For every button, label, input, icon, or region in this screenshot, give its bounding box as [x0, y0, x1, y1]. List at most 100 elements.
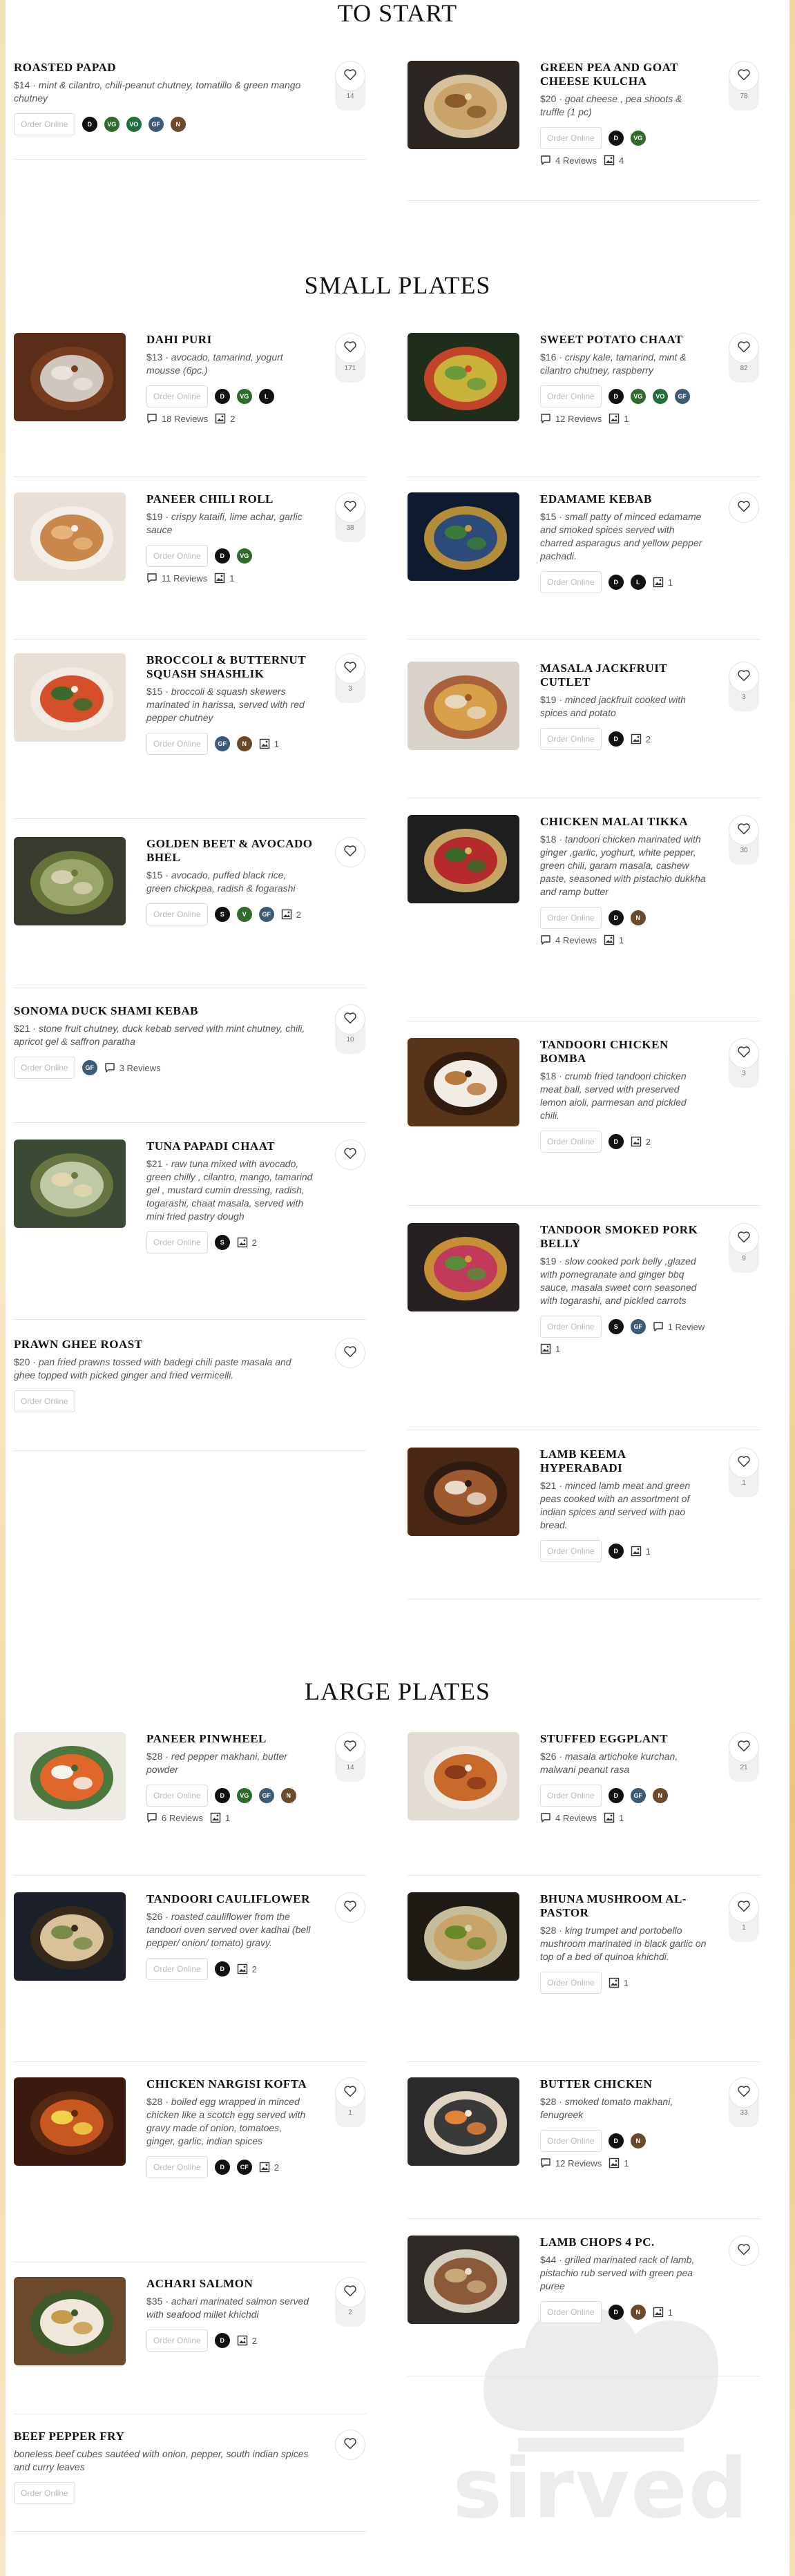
dietary-badge-d[interactable]: D	[608, 389, 624, 404]
dietary-badge-n[interactable]: N	[630, 910, 646, 925]
reviews-link[interactable]: 4 Reviews	[540, 934, 597, 945]
dietary-badge-d[interactable]: D	[214, 1788, 230, 1803]
dish-photo[interactable]	[408, 1732, 519, 1820]
dish-photo[interactable]	[408, 1223, 519, 1311]
photos-link[interactable]: 1	[604, 934, 624, 945]
photos-link[interactable]: 2	[259, 2162, 279, 2173]
order-online-button[interactable]: Order Online	[146, 1231, 208, 1253]
dish-photo[interactable]	[14, 1892, 126, 1981]
order-online-button[interactable]: Order Online	[540, 127, 602, 149]
photos-link[interactable]: 2	[237, 2335, 257, 2346]
order-online-button[interactable]: Order Online	[146, 545, 208, 567]
photos-link[interactable]: 1	[609, 1977, 629, 1988]
dietary-badge-v[interactable]: V	[236, 907, 252, 922]
reviews-link[interactable]: 12 Reviews	[540, 2157, 602, 2169]
photos-link[interactable]: 1	[609, 2157, 629, 2169]
like-button[interactable]	[729, 1732, 759, 1762]
dietary-badge-d[interactable]: D	[214, 389, 230, 404]
order-online-button[interactable]: Order Online	[540, 1785, 602, 1807]
order-online-button[interactable]: Order Online	[14, 2482, 75, 2504]
dietary-badge-n[interactable]: N	[280, 1788, 296, 1803]
order-online-button[interactable]: Order Online	[146, 2156, 208, 2178]
dietary-badge-vg[interactable]: VG	[236, 548, 252, 564]
photos-link[interactable]: 1	[604, 1812, 624, 1823]
dish-photo[interactable]	[408, 1038, 519, 1126]
order-online-button[interactable]: Order Online	[540, 1316, 602, 1338]
dietary-badge-d[interactable]: D	[608, 131, 624, 146]
like-button[interactable]	[729, 2077, 759, 2108]
like-button[interactable]	[729, 2236, 759, 2266]
order-online-button[interactable]: Order Online	[540, 571, 602, 593]
dish-photo[interactable]	[408, 61, 519, 149]
photos-link[interactable]: 2	[215, 413, 235, 424]
order-online-button[interactable]: Order Online	[146, 903, 208, 925]
order-online-button[interactable]: Order Online	[146, 1785, 208, 1807]
order-online-button[interactable]: Order Online	[540, 385, 602, 407]
dietary-badge-d[interactable]: D	[608, 1134, 624, 1149]
photos-link[interactable]: 2	[237, 1963, 257, 1974]
like-button[interactable]	[335, 837, 365, 867]
dietary-badge-cf[interactable]: CF	[236, 2160, 252, 2175]
order-online-button[interactable]: Order Online	[14, 1390, 75, 1412]
dietary-badge-vo[interactable]: VO	[126, 117, 142, 132]
dish-photo[interactable]	[408, 1892, 519, 1981]
dietary-badge-gf[interactable]: GF	[258, 1788, 274, 1803]
dish-photo[interactable]	[14, 1140, 126, 1228]
dietary-badge-gf[interactable]: GF	[82, 1060, 97, 1075]
dietary-badge-gf[interactable]: GF	[630, 1788, 646, 1803]
dietary-badge-s[interactable]: S	[608, 1319, 624, 1334]
order-online-button[interactable]: Order Online	[540, 728, 602, 750]
dietary-badge-n[interactable]: N	[630, 2305, 646, 2320]
reviews-link[interactable]: 6 Reviews	[146, 1812, 203, 1823]
dish-photo[interactable]	[408, 2077, 519, 2166]
order-online-button[interactable]: Order Online	[540, 1131, 602, 1153]
dietary-badge-d[interactable]: D	[214, 2160, 230, 2175]
like-button[interactable]	[729, 492, 759, 523]
photos-link[interactable]: 1	[609, 413, 629, 424]
like-button[interactable]	[729, 662, 759, 692]
dietary-badge-d[interactable]: D	[608, 910, 624, 925]
like-button[interactable]	[335, 1892, 365, 1923]
photos-link[interactable]: 4	[604, 155, 624, 166]
reviews-link[interactable]: 18 Reviews	[146, 413, 208, 424]
reviews-link[interactable]: 1 Review	[653, 1321, 705, 1332]
dietary-badge-gf[interactable]: GF	[258, 907, 274, 922]
dietary-badge-vg[interactable]: VG	[236, 1788, 252, 1803]
dietary-badge-d[interactable]: D	[608, 731, 624, 747]
order-online-button[interactable]: Order Online	[146, 733, 208, 755]
dietary-badge-d[interactable]: D	[608, 1788, 624, 1803]
reviews-link[interactable]: 3 Reviews	[104, 1062, 161, 1073]
dish-photo[interactable]	[408, 815, 519, 903]
photos-link[interactable]: 2	[237, 1237, 257, 1248]
like-button[interactable]	[335, 1338, 365, 1368]
dietary-badge-vg[interactable]: VG	[104, 117, 119, 132]
like-button[interactable]	[335, 2430, 365, 2460]
dietary-badge-s[interactable]: S	[214, 907, 230, 922]
dietary-badge-vg[interactable]: VG	[630, 131, 646, 146]
photos-link[interactable]: 1	[540, 1343, 560, 1354]
dish-photo[interactable]	[14, 2277, 126, 2365]
like-button[interactable]	[729, 1038, 759, 1068]
order-online-button[interactable]: Order Online	[540, 2130, 602, 2152]
dietary-badge-s[interactable]: S	[214, 1235, 230, 1250]
like-button[interactable]	[729, 61, 759, 91]
dietary-badge-d[interactable]: D	[82, 117, 97, 132]
photos-link[interactable]: 1	[210, 1812, 230, 1823]
dietary-badge-d[interactable]: D	[214, 548, 230, 564]
dietary-badge-gf[interactable]: GF	[148, 117, 164, 132]
order-online-button[interactable]: Order Online	[14, 113, 75, 135]
photos-link[interactable]: 1	[653, 577, 673, 588]
order-online-button[interactable]: Order Online	[540, 907, 602, 929]
like-button[interactable]	[335, 2277, 365, 2307]
dish-photo[interactable]	[408, 1448, 519, 1536]
dietary-badge-d[interactable]: D	[608, 1544, 624, 1559]
like-button[interactable]	[729, 1448, 759, 1478]
order-online-button[interactable]: Order Online	[14, 1057, 75, 1079]
dish-photo[interactable]	[408, 492, 519, 581]
like-button[interactable]	[335, 1004, 365, 1035]
reviews-link[interactable]: 12 Reviews	[540, 413, 602, 424]
dietary-badge-l[interactable]: L	[258, 389, 274, 404]
photos-link[interactable]: 1	[631, 1546, 651, 1557]
dietary-badge-d[interactable]: D	[608, 575, 624, 590]
order-online-button[interactable]: Order Online	[146, 385, 208, 407]
